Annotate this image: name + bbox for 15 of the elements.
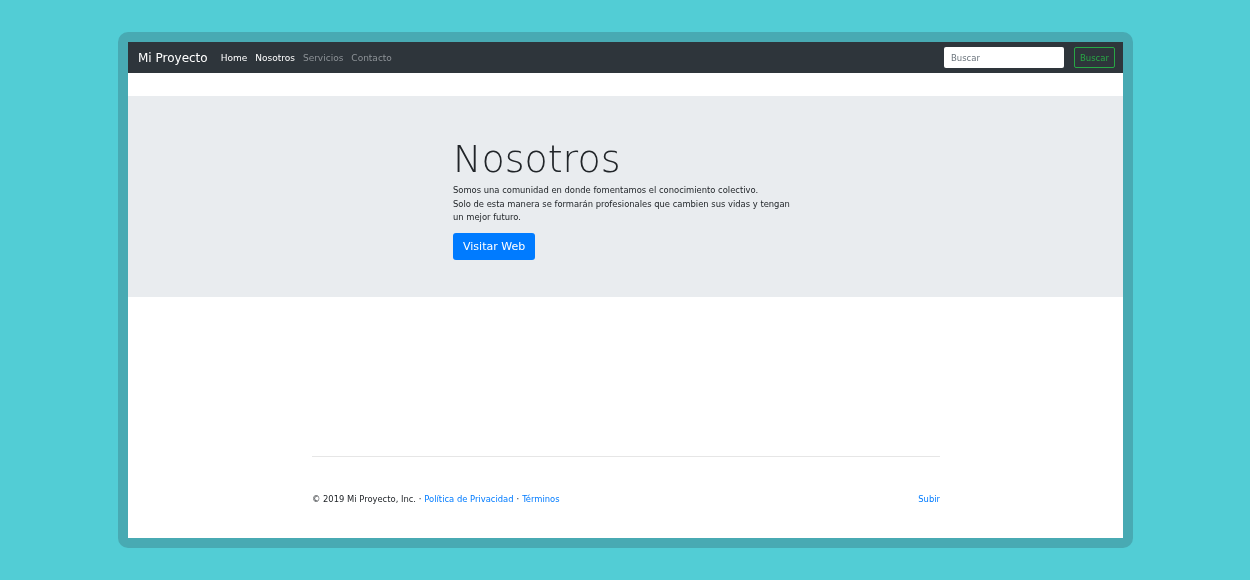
search-field[interactable]: Buscar xyxy=(943,47,1064,68)
back-to-top-link[interactable]: Subir xyxy=(918,494,940,504)
nav-link[interactable]: Contacto xyxy=(351,52,392,63)
footer-link[interactable]: Términos xyxy=(522,494,560,504)
jumbotron-text: Somos una comunidad en donde fomentamos el conocimiento colectivo. Solo de esta manera se formarán profesionales que cambien sus vidas y tengan un mejor futuro. xyxy=(453,184,791,224)
visit-button[interactable]: Visitar Web xyxy=(453,232,536,260)
jumbotron-title: Nosotros xyxy=(453,136,622,182)
brand-link[interactable]: Mi Proyecto xyxy=(138,50,208,65)
nav-link[interactable]: Home xyxy=(220,52,248,63)
copyright-text: © 2019 Mi Proyecto, Inc. · xyxy=(312,494,422,504)
nav-link[interactable]: Nosotros xyxy=(255,52,295,63)
nav-link[interactable]: Servicios xyxy=(302,52,344,63)
search-button[interactable]: Buscar xyxy=(1073,47,1115,68)
footer-link[interactable]: Política de Privacidad xyxy=(424,494,514,504)
separator-text: · xyxy=(516,494,520,504)
